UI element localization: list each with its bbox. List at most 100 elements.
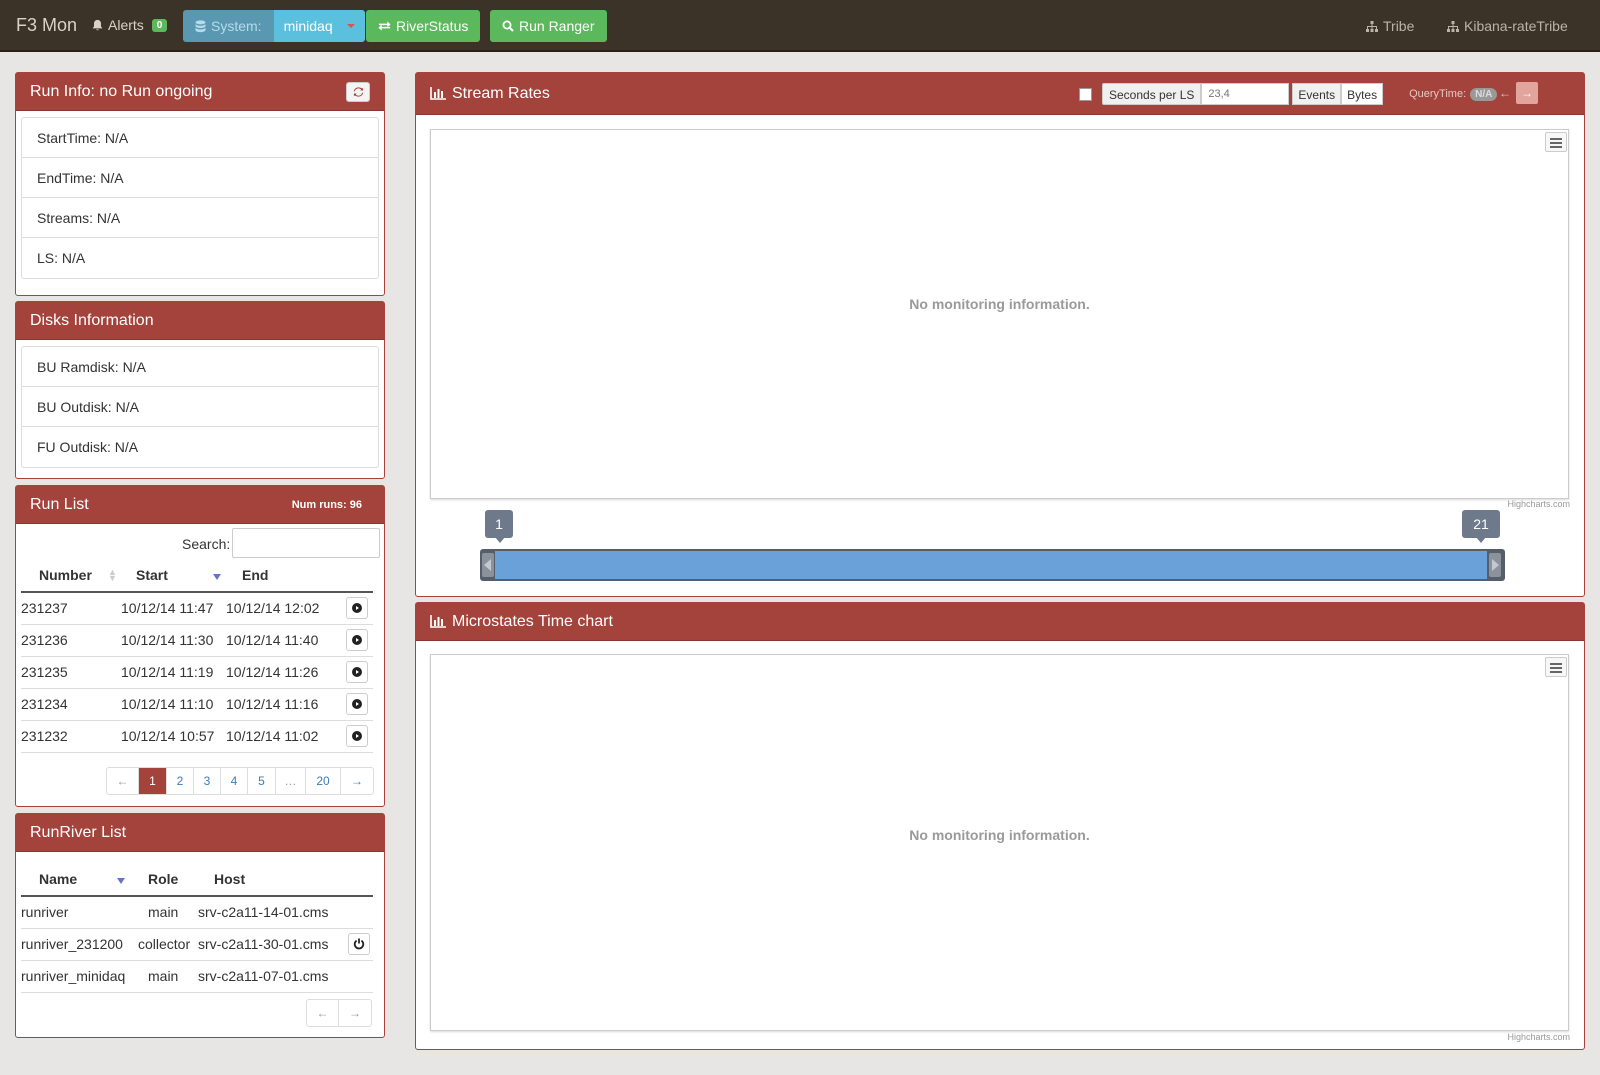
play-run-button[interactable] [346, 725, 368, 747]
table-row[interactable]: 231237 10/12/14 11:47 10/12/14 12:02 [21, 592, 373, 625]
run-start-cell: 10/12/14 10:57 [121, 720, 226, 753]
run-ranger-button[interactable]: Run Ranger [490, 10, 607, 42]
column-host-label: Host [214, 870, 246, 887]
alerts-link[interactable]: Alerts 0 [91, 17, 168, 33]
run-start-cell: 10/12/14 11:30 [121, 624, 226, 657]
prev-arrow-button[interactable]: ← [1494, 82, 1516, 104]
run-start-cell: 10/12/14 11:10 [121, 688, 226, 721]
table-row[interactable]: 231235 10/12/14 11:19 10/12/14 11:26 [21, 656, 373, 689]
column-name[interactable]: Name [21, 862, 138, 897]
bell-icon [92, 19, 103, 30]
column-role[interactable]: Role [138, 862, 198, 897]
kibana-label: Kibana-rateTribe [1464, 18, 1568, 34]
sort-descending-icon [213, 574, 221, 580]
play-run-button[interactable] [346, 661, 368, 683]
navigator-range-fill[interactable] [495, 551, 1487, 579]
run-search-input[interactable] [232, 528, 380, 558]
ls-range-input[interactable] [1201, 83, 1290, 105]
disks-list: BU Ramdisk: N/A BU Outdisk: N/A FU Outdi… [21, 346, 379, 468]
system-label: System: [211, 18, 262, 34]
chart-menu-button[interactable] [1545, 657, 1567, 677]
pagination-page-20[interactable]: 20 [306, 768, 341, 794]
sort-both-icon: ▲ ▼ [108, 567, 117, 583]
refresh-icon [353, 87, 363, 97]
seconds-per-ls-checkbox[interactable] [1079, 87, 1092, 101]
highcharts-credit[interactable]: Highcharts.com [1507, 499, 1570, 509]
pagination-page-3[interactable]: 3 [194, 768, 221, 794]
no-data-message: No monitoring information. [909, 296, 1090, 312]
pagination-page-5[interactable]: 5 [248, 768, 276, 794]
brand-title[interactable]: F3 Mon [16, 15, 77, 36]
search-icon [502, 20, 514, 32]
table-row[interactable]: 231236 10/12/14 11:30 10/12/14 11:40 [21, 624, 373, 657]
disks-title: Disks Information [30, 311, 154, 329]
tribe-link[interactable]: Tribe [1366, 18, 1414, 34]
play-run-button[interactable] [346, 693, 368, 715]
events-toggle[interactable]: Events [1292, 83, 1342, 105]
stream-rates-controls: Seconds per LS Events Bytes QueryTime: N… [1079, 83, 1498, 105]
chart-menu-button[interactable] [1545, 132, 1567, 152]
runriver-header-row: Name Role Host [21, 862, 373, 897]
river-name-cell: runriver_231200 [21, 928, 138, 961]
table-row[interactable]: 231234 10/12/14 11:10 10/12/14 11:16 [21, 688, 373, 721]
table-row[interactable]: 231232 10/12/14 10:57 10/12/14 11:02 [21, 720, 373, 753]
system-value: minidaq [283, 18, 333, 34]
river-role-cell: main [138, 960, 198, 993]
runriver-title: RunRiver List [30, 823, 127, 841]
table-row: runriver main srv-c2a11-14-01.cms [21, 896, 373, 929]
chevron-right-icon [1492, 559, 1499, 571]
query-time-label: QueryTime: [1409, 88, 1467, 100]
navigator-right-handle[interactable] [1489, 553, 1501, 577]
column-number[interactable]: Number ▲ ▼ [21, 558, 121, 593]
system-selector[interactable]: System: minidaq [183, 10, 365, 42]
run-number-cell: 231236 [21, 624, 121, 657]
pagination-page-2[interactable]: 2 [167, 768, 194, 794]
navigator-min-pointer [495, 537, 505, 543]
navigator-left-handle[interactable] [482, 553, 494, 577]
system-label-group: System: [183, 10, 274, 42]
column-start[interactable]: Start [121, 558, 226, 593]
run-number-cell: 231235 [21, 656, 121, 689]
run-end-cell: 10/12/14 11:26 [226, 656, 346, 689]
highcharts-credit[interactable]: Highcharts.com [1507, 1032, 1570, 1042]
column-number-label: Number [39, 566, 92, 583]
pagination-page-4[interactable]: 4 [221, 768, 248, 794]
bytes-toggle[interactable]: Bytes [1341, 83, 1384, 105]
column-host[interactable]: Host [198, 862, 348, 897]
stream-rates-panel: Stream Rates Seconds per LS Events Bytes… [415, 72, 1585, 597]
play-run-button[interactable] [346, 597, 368, 620]
pagination-page-1[interactable]: 1 [139, 768, 167, 794]
next-arrow-button[interactable]: → [1516, 82, 1538, 104]
run-ranger-label: Run Ranger [519, 18, 595, 34]
run-start-cell: 10/12/14 11:47 [121, 592, 226, 625]
top-navbar: F3 Mon Alerts 0 System: minidaq RiverSta… [0, 0, 1600, 52]
sitemap-icon [1366, 20, 1378, 32]
run-end-cell: 10/12/14 12:02 [226, 592, 346, 625]
refresh-button[interactable] [346, 82, 370, 102]
system-dropdown[interactable]: minidaq [273, 10, 365, 42]
riverstatus-button[interactable]: RiverStatus [366, 10, 481, 42]
pagination-prev[interactable]: ← [307, 1000, 339, 1026]
runriver-table: Name Role Host runriver main srv-c2a11-1… [21, 862, 373, 993]
streams-item: Streams: N/A [22, 198, 378, 238]
navigator-max-pointer [1476, 537, 1486, 543]
pagination-next[interactable]: → [341, 768, 373, 794]
kibana-ratetribe-link[interactable]: Kibana-rateTribe [1447, 18, 1568, 34]
disks-panel: Disks Information BU Ramdisk: N/A BU Out… [15, 301, 385, 479]
tribe-label: Tribe [1383, 18, 1415, 34]
play-run-button[interactable] [346, 629, 368, 651]
stop-river-button[interactable] [348, 933, 370, 955]
navigator-scrollbar[interactable] [480, 549, 1505, 581]
seconds-per-ls-label: Seconds per LS [1102, 83, 1202, 105]
runriver-list-panel: RunRiver List Name Role Host runriver ma… [15, 813, 385, 1038]
river-name-cell: runriver [21, 896, 138, 929]
pagination-next[interactable]: → [339, 1000, 371, 1026]
bar-chart-icon [430, 615, 446, 628]
stream-rates-heading: Stream Rates Seconds per LS Events Bytes… [416, 73, 1584, 115]
run-list-header-row: Number ▲ ▼ Start End [21, 558, 373, 593]
pagination-prev[interactable]: ← [107, 768, 139, 794]
river-role-cell: main [138, 896, 198, 929]
run-number-cell: 231237 [21, 592, 121, 625]
column-end[interactable]: End [226, 558, 346, 593]
ls-item: LS: N/A [37, 250, 86, 266]
